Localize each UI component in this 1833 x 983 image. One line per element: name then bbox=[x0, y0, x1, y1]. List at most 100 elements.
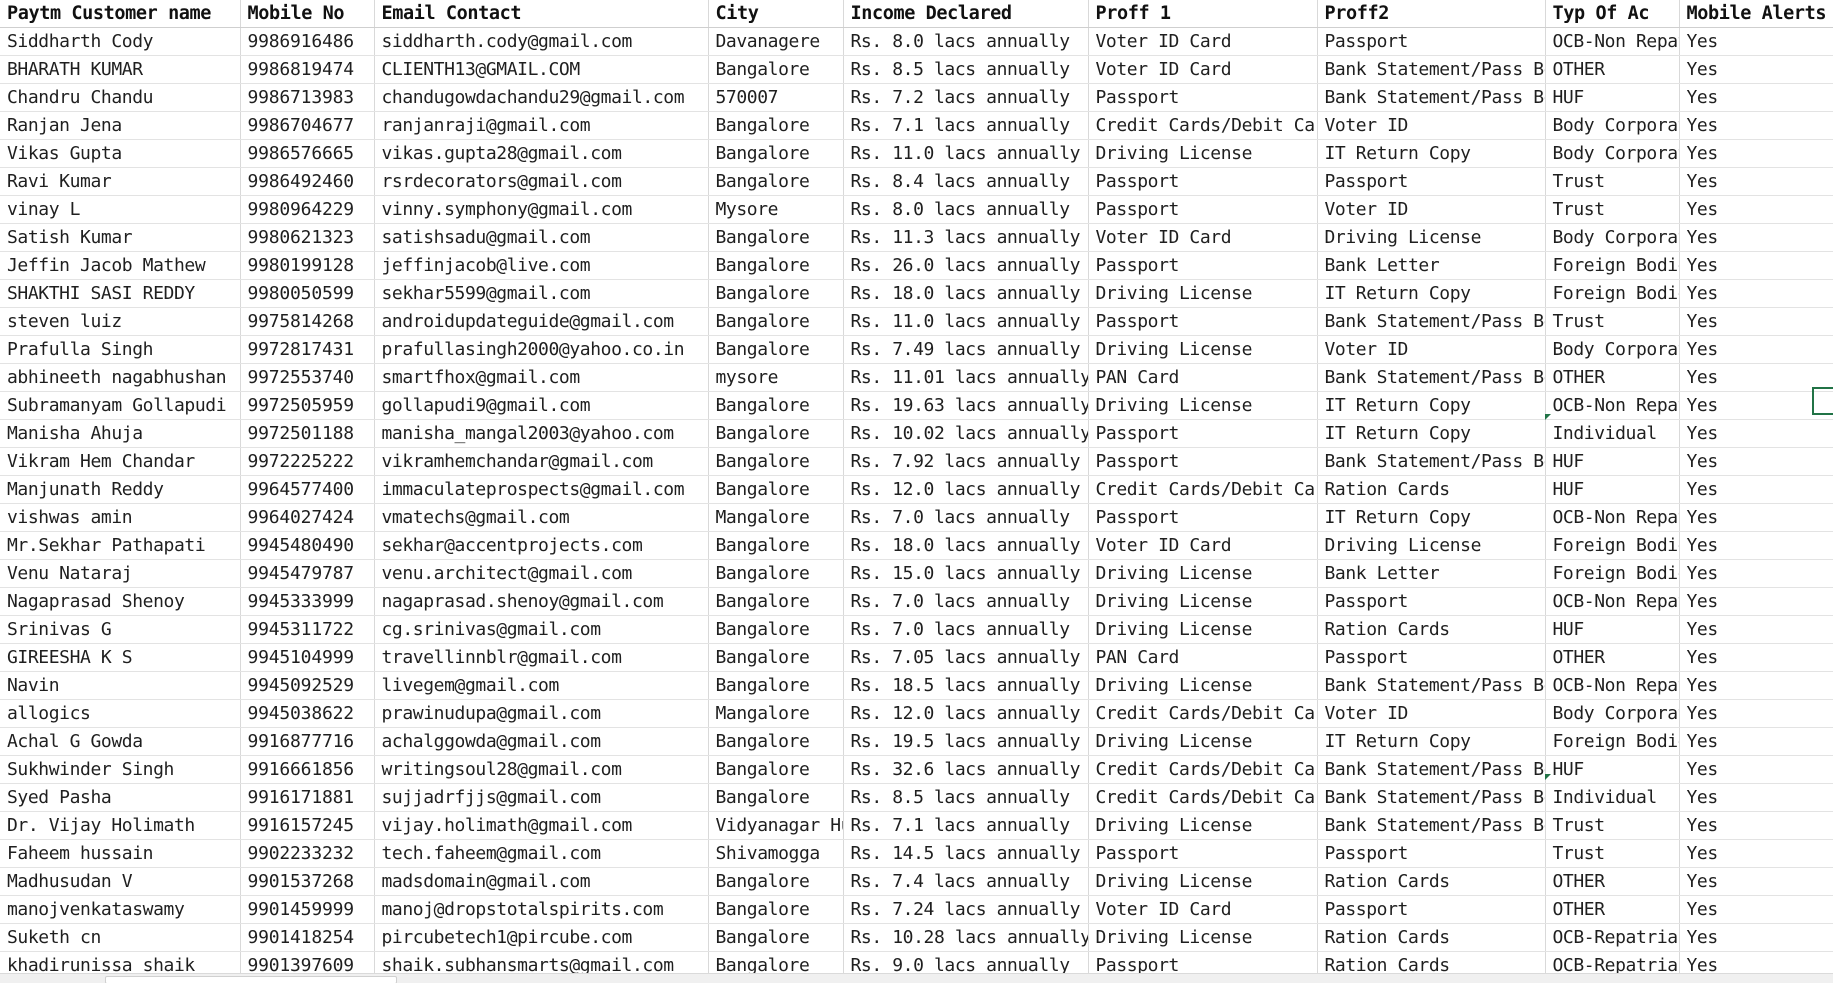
cell-income-declared[interactable]: Rs. 18.5 lacs annually bbox=[843, 671, 1089, 700]
cell-mobile-alerts[interactable]: Yes bbox=[1679, 839, 1833, 868]
cell-mobile-alerts[interactable]: Yes bbox=[1679, 335, 1833, 364]
cell-income-declared[interactable]: Rs. 7.05 lacs annually bbox=[843, 643, 1089, 672]
cell-typ-of-ac[interactable]: OCB-Non Repatriable bbox=[1545, 27, 1680, 56]
cell-mobile-alerts[interactable]: Yes bbox=[1679, 867, 1833, 896]
cell-proff-2[interactable]: Ration Cards bbox=[1317, 615, 1546, 644]
cell-city[interactable]: Bangalore bbox=[708, 615, 844, 644]
cell-mobile-alerts[interactable]: Yes bbox=[1679, 559, 1833, 588]
cell-proff-2[interactable]: Ration Cards bbox=[1317, 923, 1546, 952]
cell-income-declared[interactable]: Rs. 12.0 lacs annually bbox=[843, 699, 1089, 728]
cell-typ-of-ac[interactable]: Body Corporate bbox=[1545, 223, 1680, 252]
cell-customer-name[interactable]: Satish Kumar bbox=[0, 223, 241, 252]
cell-proff-2[interactable]: Passport bbox=[1317, 643, 1546, 672]
cell-customer-name[interactable]: BHARATH KUMAR bbox=[0, 55, 241, 84]
cell-email-contact[interactable]: cg.srinivas@gmail.com bbox=[374, 615, 709, 644]
cell-email-contact[interactable]: manisha_mangal2003@yahoo.com bbox=[374, 419, 709, 448]
cell-mobile-alerts[interactable]: Yes bbox=[1679, 83, 1833, 112]
cell-mobile-no[interactable]: 9945311722 bbox=[240, 615, 375, 644]
cell-city[interactable]: Bangalore bbox=[708, 55, 844, 84]
cell-customer-name[interactable]: Siddharth Cody bbox=[0, 27, 241, 56]
cell-typ-of-ac[interactable]: Foreign Bodies bbox=[1545, 531, 1680, 560]
cell-mobile-no[interactable]: 9945479787 bbox=[240, 559, 375, 588]
cell-mobile-no[interactable]: 9972501188 bbox=[240, 419, 375, 448]
cell-email-contact[interactable]: venu.architect@gmail.com bbox=[374, 559, 709, 588]
cell-income-declared[interactable]: Rs. 19.5 lacs annually bbox=[843, 727, 1089, 756]
cell-proff-1[interactable]: Credit Cards/Debit Cards bbox=[1088, 475, 1318, 504]
scrollbar-thumb[interactable] bbox=[105, 976, 397, 983]
cell-income-declared[interactable]: Rs. 7.1 lacs annually bbox=[843, 811, 1089, 840]
cell-email-contact[interactable]: sekhar@accentprojects.com bbox=[374, 531, 709, 560]
cell-city[interactable]: Shivamogga bbox=[708, 839, 844, 868]
column-header-typ-of-ac[interactable]: Typ Of Ac bbox=[1545, 0, 1680, 28]
cell-customer-name[interactable]: Jeffin Jacob Mathew bbox=[0, 251, 241, 280]
cell-income-declared[interactable]: Rs. 32.6 lacs annually bbox=[843, 755, 1089, 784]
cell-proff-1[interactable]: Credit Cards/Debit Cards bbox=[1088, 783, 1318, 812]
cell-income-declared[interactable]: Rs. 12.0 lacs annually bbox=[843, 475, 1089, 504]
cell-city[interactable]: Bangalore bbox=[708, 923, 844, 952]
cell-mobile-alerts[interactable]: Yes bbox=[1679, 531, 1833, 560]
cell-proff-1[interactable]: Passport bbox=[1088, 251, 1318, 280]
cell-typ-of-ac[interactable]: OTHER bbox=[1545, 643, 1680, 672]
cell-proff-2[interactable]: IT Return Copy bbox=[1317, 391, 1546, 420]
cell-income-declared[interactable]: Rs. 7.2 lacs annually bbox=[843, 83, 1089, 112]
cell-proff-2[interactable]: IT Return Copy bbox=[1317, 279, 1546, 308]
cell-email-contact[interactable]: writingsoul28@gmail.com bbox=[374, 755, 709, 784]
column-header-proff-2[interactable]: Proff2 bbox=[1317, 0, 1546, 28]
cell-city[interactable]: Bangalore bbox=[708, 475, 844, 504]
cell-email-contact[interactable]: travellinnblr@gmail.com bbox=[374, 643, 709, 672]
cell-email-contact[interactable]: jeffinjacob@live.com bbox=[374, 251, 709, 280]
cell-proff-1[interactable]: PAN Card bbox=[1088, 643, 1318, 672]
cell-proff-1[interactable]: Credit Cards/Debit Cards bbox=[1088, 111, 1318, 140]
cell-mobile-alerts[interactable]: Yes bbox=[1679, 447, 1833, 476]
cell-proff-2[interactable]: Voter ID bbox=[1317, 699, 1546, 728]
cell-proff-2[interactable]: Driving License bbox=[1317, 531, 1546, 560]
cell-typ-of-ac[interactable]: Body Corporate bbox=[1545, 699, 1680, 728]
cell-customer-name[interactable]: Ravi Kumar bbox=[0, 167, 241, 196]
cell-customer-name[interactable]: Syed Pasha bbox=[0, 783, 241, 812]
cell-mobile-alerts[interactable]: Yes bbox=[1679, 391, 1833, 420]
cell-income-declared[interactable]: Rs. 11.3 lacs annually bbox=[843, 223, 1089, 252]
cell-income-declared[interactable]: Rs. 8.0 lacs annually bbox=[843, 27, 1089, 56]
cell-proff-1[interactable]: Passport bbox=[1088, 447, 1318, 476]
cell-mobile-no[interactable]: 9902233232 bbox=[240, 839, 375, 868]
cell-mobile-no[interactable]: 9945104999 bbox=[240, 643, 375, 672]
cell-mobile-no[interactable]: 9901537268 bbox=[240, 867, 375, 896]
cell-city[interactable]: Bangalore bbox=[708, 671, 844, 700]
cell-typ-of-ac[interactable]: Foreign Bodies bbox=[1545, 727, 1680, 756]
cell-email-contact[interactable]: pircubetech1@pircube.com bbox=[374, 923, 709, 952]
cell-city[interactable]: Bangalore bbox=[708, 587, 844, 616]
cell-income-declared[interactable]: Rs. 15.0 lacs annually bbox=[843, 559, 1089, 588]
cell-typ-of-ac[interactable]: OTHER bbox=[1545, 895, 1680, 924]
cell-city[interactable]: Bangalore bbox=[708, 783, 844, 812]
cell-proff-2[interactable]: IT Return Copy bbox=[1317, 139, 1546, 168]
cell-income-declared[interactable]: Rs. 18.0 lacs annually bbox=[843, 531, 1089, 560]
cell-income-declared[interactable]: Rs. 14.5 lacs annually bbox=[843, 839, 1089, 868]
cell-mobile-no[interactable]: 9916171881 bbox=[240, 783, 375, 812]
cell-proff-2[interactable]: Ration Cards bbox=[1317, 867, 1546, 896]
cell-customer-name[interactable]: Ranjan Jena bbox=[0, 111, 241, 140]
cell-mobile-alerts[interactable]: Yes bbox=[1679, 279, 1833, 308]
cell-proff-1[interactable]: Passport bbox=[1088, 419, 1318, 448]
cell-city[interactable]: Bangalore bbox=[708, 867, 844, 896]
cell-income-declared[interactable]: Rs. 8.5 lacs annually bbox=[843, 55, 1089, 84]
column-header-mobile-alerts[interactable]: Mobile Alerts bbox=[1679, 0, 1833, 28]
cell-typ-of-ac[interactable]: OCB-Non Repatriable bbox=[1545, 391, 1680, 420]
cell-proff-2[interactable]: IT Return Copy bbox=[1317, 419, 1546, 448]
cell-mobile-no[interactable]: 9945092529 bbox=[240, 671, 375, 700]
cell-city[interactable]: Bangalore bbox=[708, 559, 844, 588]
cell-mobile-no[interactable]: 9945480490 bbox=[240, 531, 375, 560]
cell-proff-2[interactable]: Bank Statement/Pass Book bbox=[1317, 83, 1546, 112]
cell-mobile-no[interactable]: 9986492460 bbox=[240, 167, 375, 196]
cell-customer-name[interactable]: Achal G Gowda bbox=[0, 727, 241, 756]
cell-city[interactable]: Bangalore bbox=[708, 391, 844, 420]
cell-mobile-no[interactable]: 9986916486 bbox=[240, 27, 375, 56]
cell-mobile-no[interactable]: 9980621323 bbox=[240, 223, 375, 252]
cell-customer-name[interactable]: Mr.Sekhar Pathapati bbox=[0, 531, 241, 560]
cell-typ-of-ac[interactable]: Body Corporate bbox=[1545, 111, 1680, 140]
cell-proff-2[interactable]: Voter ID bbox=[1317, 111, 1546, 140]
cell-typ-of-ac[interactable]: Individual bbox=[1545, 783, 1680, 812]
cell-proff-2[interactable]: Passport bbox=[1317, 27, 1546, 56]
cell-typ-of-ac[interactable]: Foreign Bodies bbox=[1545, 559, 1680, 588]
cell-customer-name[interactable]: allogics bbox=[0, 699, 241, 728]
cell-mobile-no[interactable]: 9986819474 bbox=[240, 55, 375, 84]
